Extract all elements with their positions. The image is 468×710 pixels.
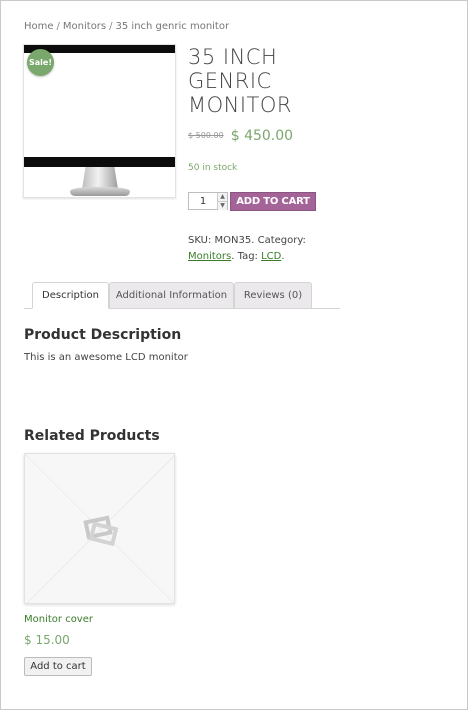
quantity-input[interactable] <box>189 193 217 209</box>
sku-value: MON35 <box>214 235 252 246</box>
description-text: This is an awesome LCD monitor <box>24 352 188 363</box>
price: $ 500.00 $ 450.00 <box>188 125 293 144</box>
monitor-stand-neck <box>82 167 118 189</box>
caret-up-icon[interactable]: ▲ <box>218 193 227 201</box>
tab-description[interactable]: Description <box>32 282 109 309</box>
meta-period: . <box>231 251 235 262</box>
product-title: 35 INCH GENRIC MONITOR <box>188 45 292 117</box>
meta-period: . <box>281 251 285 262</box>
page-frame: Home / Monitors/35 inch genric monitor Sal… <box>0 0 468 710</box>
add-to-cart-button[interactable]: ADD TO CART <box>230 192 316 211</box>
tag-label: Tag: <box>237 251 258 262</box>
product-meta: SKU: MON35. Category: Monitors. Tag: LCD… <box>188 233 348 265</box>
breadcrumb-category[interactable]: Monitors <box>63 21 106 32</box>
related-add-to-cart-button[interactable]: Add to cart <box>24 657 92 676</box>
quantity-spinner: ▲ ▼ <box>217 193 227 210</box>
breadcrumb: Home / Monitors/35 inch genric monitor <box>24 21 229 32</box>
related-products-heading: Related Products <box>24 428 160 444</box>
sku-label: SKU: <box>188 235 212 246</box>
tab-additional-information[interactable]: Additional Information <box>109 282 234 309</box>
category-link[interactable]: Monitors <box>188 251 231 262</box>
product-tabs: Description Additional Information Revie… <box>24 281 340 309</box>
related-product-image[interactable] <box>24 453 175 604</box>
breadcrumb-current: 35 inch genric monitor <box>115 21 230 32</box>
related-product-name[interactable]: Monitor cover <box>24 614 93 625</box>
stock-status: 50 in stock <box>188 163 238 173</box>
description-heading: Product Description <box>24 327 182 343</box>
tag-link[interactable]: LCD <box>261 251 281 262</box>
image-placeholder-icon <box>25 454 174 603</box>
price-old: $ 500.00 <box>188 131 224 140</box>
price-sale: $ 450.00 <box>230 127 294 144</box>
related-product-price: $ 15.00 <box>24 633 70 647</box>
meta-period: . <box>251 235 255 246</box>
monitor-stand-base <box>70 187 130 196</box>
sale-badge: Sale! <box>27 49 54 76</box>
category-label: Category: <box>257 235 306 246</box>
breadcrumb-separator: / <box>56 21 60 32</box>
quantity-stepper: ▲ ▼ <box>188 192 228 210</box>
caret-down-icon[interactable]: ▼ <box>218 201 227 210</box>
breadcrumb-separator: / <box>109 21 113 32</box>
tab-reviews[interactable]: Reviews (0) <box>234 282 312 309</box>
breadcrumb-home[interactable]: Home <box>24 21 54 32</box>
